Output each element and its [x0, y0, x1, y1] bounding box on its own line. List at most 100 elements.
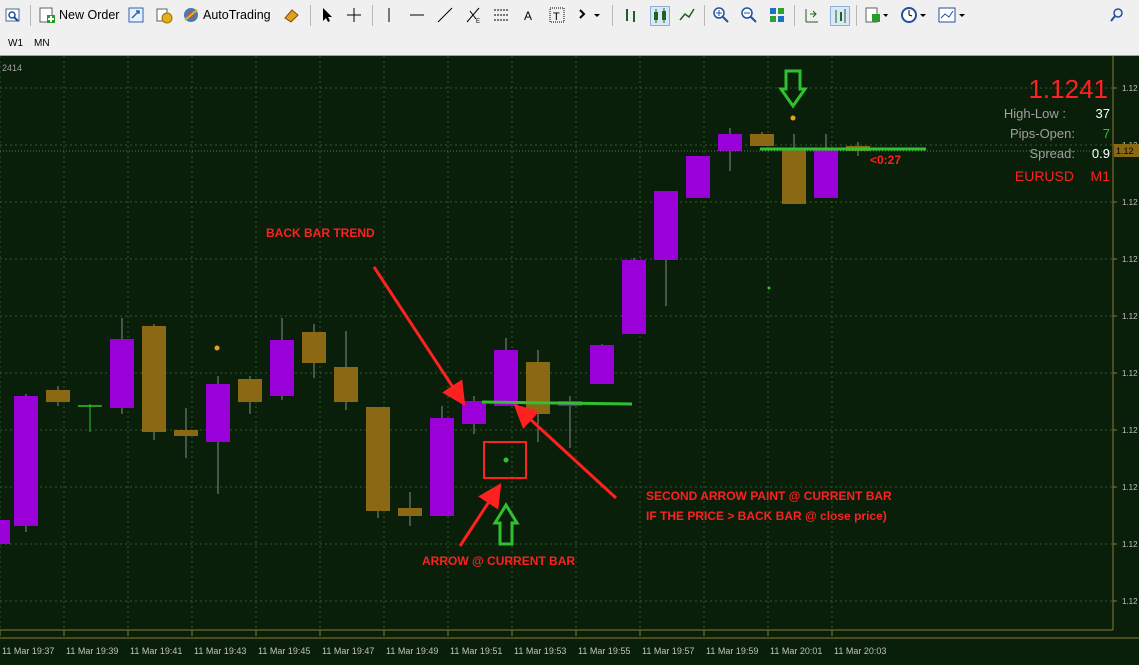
zoom-out-icon[interactable]	[740, 6, 758, 24]
price-chart[interactable]: 1.12 1.12 1.12 1.12 1.12 1.12 1.12 1.12 1.12 1.12…	[0, 56, 1139, 660]
indicators-icon[interactable]	[864, 6, 888, 24]
timeframe-w1-button[interactable]: W1	[4, 36, 27, 51]
candle-body	[654, 191, 678, 260]
price-tick-label: 1.12	[1122, 540, 1138, 549]
back-bar-trend-line	[481, 400, 633, 406]
timeframe-mn-button[interactable]: MN	[30, 36, 54, 51]
eraser-icon[interactable]	[282, 6, 300, 24]
candle-body	[750, 134, 774, 146]
symbol-label: EURUSD	[1015, 168, 1074, 184]
candle-body	[430, 418, 454, 516]
time-tick-label: 11 Mar 19:49	[386, 646, 438, 656]
price-tick-label: 1.12	[1122, 84, 1138, 93]
candle-body	[206, 384, 230, 442]
time-tick-label: 11 Mar 19:57	[642, 646, 694, 656]
main-toolbar: New Order AutoTrading E A T	[0, 0, 1139, 32]
high-low-label: High-Low :	[1004, 106, 1066, 121]
toolbar-separator	[612, 5, 613, 26]
time-tick-label: 11 Mar 19:43	[194, 646, 246, 656]
signal-dot	[767, 286, 771, 290]
arrows-icon[interactable]	[576, 6, 600, 24]
spread-value: 0.9	[1092, 146, 1110, 161]
candle-body	[270, 340, 294, 396]
candle-body	[142, 326, 166, 432]
time-tick-label: 11 Mar 19:59	[706, 646, 758, 656]
candle-body	[718, 134, 742, 151]
price-tick-label: 1.12	[1122, 483, 1138, 492]
periods-icon[interactable]	[900, 6, 926, 24]
second-arrow-label-1: SECOND ARROW PAINT @ CURRENT BAR	[646, 489, 892, 503]
candle-body	[46, 390, 70, 402]
price-tick-label: 1.12	[1122, 369, 1138, 378]
candlestick-icon[interactable]	[650, 6, 670, 26]
line-chart-icon[interactable]	[678, 6, 696, 24]
candle-body	[686, 156, 710, 198]
arrow-current-bar-label: ARROW @ CURRENT BAR	[422, 554, 575, 568]
toolbar-separator	[704, 5, 705, 26]
vertical-line-icon[interactable]	[380, 6, 398, 24]
toolbar-separator	[794, 5, 795, 26]
price-tag-label: 1.12	[1116, 146, 1134, 156]
pips-open-label: Pips-Open:	[1010, 126, 1075, 141]
cursor-icon[interactable]	[318, 6, 336, 24]
new-order-button[interactable]: New Order	[38, 4, 119, 26]
price-tick-label: 1.12	[1122, 312, 1138, 321]
chart-shift-icon[interactable]	[802, 6, 820, 24]
candle-body	[494, 350, 518, 406]
corner-label: 2414	[2, 63, 22, 73]
horizontal-line-icon[interactable]	[408, 6, 426, 24]
time-tick-label: 11 Mar 19:51	[450, 646, 502, 656]
time-tick-label: 11 Mar 19:39	[66, 646, 118, 656]
search-icon[interactable]	[1108, 6, 1126, 24]
candle-body	[334, 367, 358, 402]
pips-open-value: 7	[1103, 126, 1110, 141]
fibonacci-icon[interactable]: E	[464, 6, 482, 25]
back-bar-trend-label: BACK BAR TREND	[266, 226, 375, 240]
chart-zoom-icon[interactable]	[4, 6, 22, 24]
candle-body	[366, 407, 390, 511]
candle-body	[622, 260, 646, 334]
autoscroll-icon[interactable]	[830, 6, 850, 26]
time-tick-label: 11 Mar 19:47	[322, 646, 374, 656]
candle-body	[238, 379, 262, 402]
new-order-icon	[39, 7, 55, 23]
text-icon[interactable]: A	[520, 6, 538, 24]
high-low-value: 37	[1096, 106, 1110, 121]
autotrading-button[interactable]: AutoTrading	[182, 4, 271, 26]
timeframe-label: M1	[1091, 168, 1111, 184]
candle-body	[462, 401, 486, 424]
candle-body	[14, 396, 38, 526]
candle-body	[110, 339, 134, 408]
candle-body	[0, 520, 10, 544]
toolbar-separator	[372, 5, 373, 26]
candle-body	[814, 148, 838, 198]
tile-windows-icon[interactable]	[768, 6, 786, 24]
toolbar-separator	[30, 5, 31, 26]
candle-body	[302, 332, 326, 363]
spread-label: Spread:	[1029, 146, 1075, 161]
second-arrow-label-2: IF THE PRICE > BACK BAR @ close price)	[646, 509, 887, 523]
price-tick-label: 1.12	[1122, 198, 1138, 207]
label-icon[interactable]: T	[548, 6, 566, 24]
candle-body	[590, 345, 614, 384]
signal-dot	[790, 115, 796, 121]
channel-icon[interactable]	[492, 6, 510, 24]
candle-body	[174, 430, 198, 436]
zoom-in-icon[interactable]	[712, 6, 730, 24]
templates-icon[interactable]	[938, 6, 965, 24]
bar-chart-icon[interactable]	[622, 6, 640, 24]
new-order-label: New Order	[59, 8, 120, 22]
svg-text:T: T	[553, 11, 560, 23]
current-price: 1.1241	[1028, 74, 1108, 104]
sync-icon[interactable]	[127, 6, 145, 24]
chart-canvas: 1.12 1.12 1.12 1.12 1.12 1.12 1.12 1.12 1.12 1.12…	[0, 56, 1139, 660]
autotrading-label: AutoTrading	[203, 8, 271, 22]
time-tick-label: 11 Mar 20:03	[834, 646, 886, 656]
toolbar-separator	[856, 5, 857, 26]
toolbar-separator	[310, 5, 311, 26]
trendline-icon[interactable]	[436, 6, 454, 24]
svg-text:E: E	[476, 19, 480, 24]
coins-icon[interactable]	[155, 6, 173, 24]
autotrading-icon	[184, 8, 198, 22]
crosshair-icon[interactable]	[345, 6, 363, 24]
